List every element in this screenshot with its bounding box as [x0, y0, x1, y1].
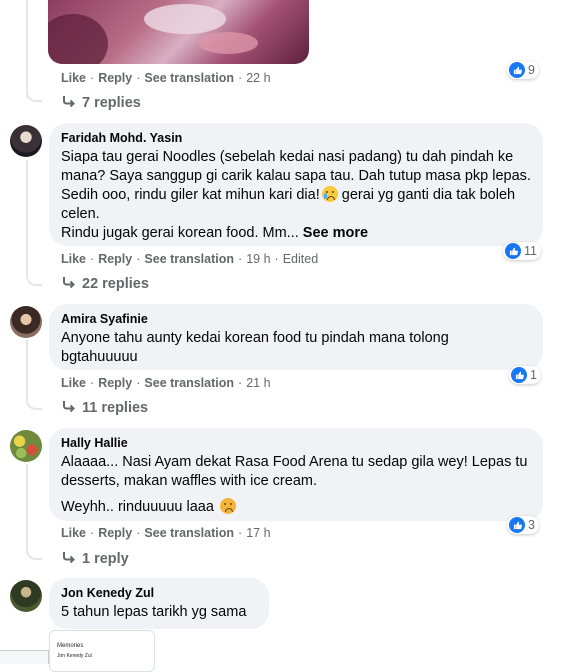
view-replies-link[interactable]: 7 replies — [62, 94, 141, 112]
like-button[interactable]: Like — [61, 71, 86, 85]
comment-text: Siapa tau gerai Noodles (sebelah kedai n… — [61, 148, 531, 243]
thread-line — [26, 0, 28, 98]
like-button[interactable]: Like — [61, 526, 86, 540]
comment-actions: Like · Reply · See translation · 19 h · Edited — [61, 252, 319, 266]
see-translation-link[interactable]: See translation — [144, 252, 234, 266]
reply-button[interactable]: Reply — [98, 71, 132, 85]
comment-actions: Like · Reply · See translation · 17 h — [61, 526, 271, 540]
avatar[interactable] — [10, 306, 42, 338]
like-reaction-icon — [511, 367, 527, 383]
comment-text-p2: Weyhh.. rinduuuuu laaa — [61, 498, 531, 517]
reaction-number: 1 — [530, 368, 537, 382]
comment-actions: Like · Reply · See translation · 21 h — [61, 376, 271, 390]
thread-elbow — [26, 270, 42, 286]
comment-attachment-image[interactable]: Memories Jon Kenedy Zul — [49, 630, 155, 672]
avatar[interactable] — [10, 580, 42, 612]
replies-label: 7 replies — [82, 95, 141, 111]
reaction-number: 11 — [524, 244, 537, 258]
comment-text: Alaaaa... Nasi Ayam dekat Rasa Food Aren… — [61, 454, 528, 489]
timestamp[interactable]: 21 h — [246, 376, 270, 390]
see-translation-link[interactable]: See translation — [144, 71, 234, 85]
like-button[interactable]: Like — [61, 252, 86, 266]
replies-label: 11 replies — [82, 400, 149, 416]
reaction-number: 9 — [528, 63, 535, 77]
thread-elbow — [26, 544, 42, 560]
comment-bubble: Faridah Mohd. Yasin Siapa tau gerai Nood… — [49, 123, 543, 246]
view-replies-link[interactable]: 1 reply — [62, 550, 129, 568]
comment-bubble: Amira Syafinie Anyone tahu aunty kedai k… — [49, 304, 543, 370]
page-edge-fragment — [0, 650, 49, 664]
reaction-count[interactable]: 3 — [507, 516, 539, 534]
like-button[interactable]: Like — [61, 376, 86, 390]
like-reaction-icon — [505, 243, 521, 259]
timestamp[interactable]: 19 h — [246, 252, 270, 266]
thread-line — [26, 464, 28, 544]
disappointed-face-icon — [219, 498, 236, 514]
avatar[interactable] — [10, 125, 42, 157]
timestamp[interactable]: 17 h — [246, 526, 270, 540]
like-reaction-icon — [509, 62, 525, 78]
reaction-count[interactable]: 9 — [507, 61, 539, 79]
reaction-count[interactable]: 11 — [503, 242, 541, 260]
comment-author[interactable]: Hally Hallie — [61, 435, 531, 451]
see-more-link[interactable]: See more — [303, 225, 368, 241]
reply-button[interactable]: Reply — [98, 376, 132, 390]
edited-label: Edited — [282, 252, 319, 266]
reply-arrow-icon — [62, 94, 76, 112]
see-translation-link[interactable]: See translation — [144, 526, 234, 540]
comment-actions: Like · Reply · See translation · 22 h — [61, 71, 271, 85]
reply-button[interactable]: Reply — [98, 252, 132, 266]
comment-author[interactable]: Jon Kenedy Zul — [61, 585, 257, 601]
avatar[interactable] — [10, 430, 42, 462]
see-translation-link[interactable]: See translation — [144, 376, 234, 390]
reply-arrow-icon — [62, 550, 76, 568]
thread-line — [26, 160, 28, 270]
comment-photo[interactable] — [48, 0, 309, 64]
reaction-count[interactable]: 1 — [509, 366, 541, 384]
replies-label: 22 replies — [82, 276, 149, 292]
comment-bubble: Jon Kenedy Zul 5 tahun lepas tarikh yg s… — [49, 578, 269, 629]
comment-author[interactable]: Amira Syafinie — [61, 311, 531, 327]
comment-bubble: Hally Hallie Alaaaa... Nasi Ayam dekat R… — [49, 428, 543, 521]
comment-text: Anyone tahu aunty kedai korean food tu p… — [61, 330, 449, 365]
thread-line — [26, 340, 28, 394]
reply-button[interactable]: Reply — [98, 526, 132, 540]
crying-face-icon — [321, 186, 338, 202]
like-reaction-icon — [509, 517, 525, 533]
comment-text-p2-span: Weyhh.. rinduuuuu laaa — [61, 499, 214, 515]
reply-arrow-icon — [62, 399, 76, 417]
reaction-number: 3 — [528, 518, 535, 532]
attachment-title: Memories — [57, 643, 84, 649]
view-replies-link[interactable]: 22 replies — [62, 275, 149, 293]
reply-arrow-icon — [62, 275, 76, 293]
comment-text-line2: Rindu jugak gerai korean food. Mm... — [61, 225, 299, 241]
thread-elbow — [26, 86, 42, 102]
timestamp[interactable]: 22 h — [246, 71, 270, 85]
replies-label: 1 reply — [82, 551, 129, 567]
comment-author[interactable]: Faridah Mohd. Yasin — [61, 130, 531, 146]
attachment-row: Jon Kenedy Zul — [57, 653, 92, 659]
comment-text: 5 tahun lepas tarikh yg sama — [61, 604, 247, 620]
thread-elbow — [26, 394, 42, 410]
view-replies-link[interactable]: 11 replies — [62, 399, 148, 417]
